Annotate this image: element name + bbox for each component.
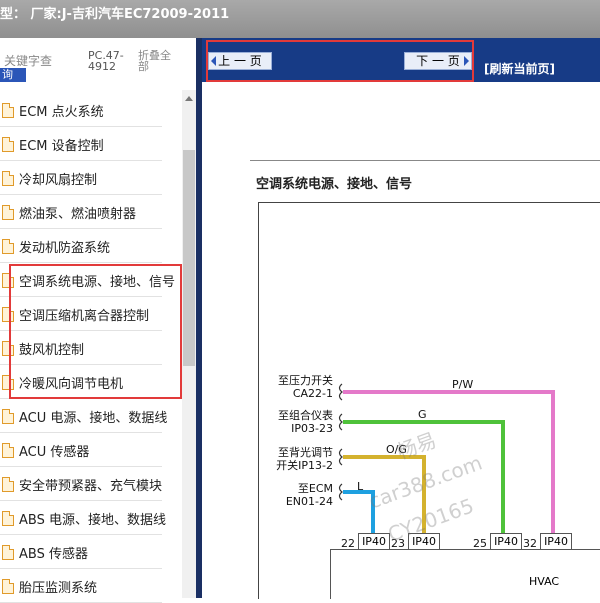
sidebar-item-label: ACU 传感器 [19,445,90,460]
hvac-module: HVAC [330,549,600,599]
wire-color-code: L [357,480,364,493]
diagram-title: 空调系统电源、接地、信号 [256,177,413,192]
sidebar-item-label: ABS 传感器 [19,547,88,562]
document-icon [2,511,14,526]
sidebar-item-label: 发动机防盗系统 [19,241,111,256]
sidebar-item[interactable]: ACU 电源、接地、数据线 [0,400,167,433]
document-icon [2,103,14,118]
sidebar-item-label: 安全带预紧器、充气模块 [19,479,163,494]
sidebar-item[interactable]: 安全带预紧器、充气模块 [0,468,162,501]
sidebar-item[interactable]: ECM 点火系统 [0,94,162,127]
wire-source-label: 至ECM EN01-24 [285,482,333,508]
sidebar-item[interactable]: ABS 传感器 [0,536,162,569]
pc-code: PC.47-4912 [88,49,124,73]
wire-color-code: G [418,408,427,421]
sidebar-item-label: 胎压监测系统 [19,581,98,596]
sidebar-item-label: ABS 电源、接地、数据线 [19,513,166,528]
sidebar-item[interactable]: ECM 设备控制 [0,128,162,161]
hvac-module-label: HVAC [529,575,560,588]
wire-source-label: 至压力开关 CA22-1 [278,374,333,400]
connector-pin-box: IP40 [540,533,572,550]
scrollbar-thumb[interactable] [183,150,195,366]
window-title-bar: 型： 厂家:J-吉利汽车EC72009-2011 [0,0,600,38]
document-icon [2,443,14,458]
wire-source-label: 至组合仪表 IP03-23 [278,409,333,435]
refresh-page-link[interactable]: [刷新当前页] [484,60,555,77]
document-icon [2,239,14,254]
document-icon [2,545,14,560]
document-icon [2,137,14,152]
wire-source-label: 至背光调节 开关IP13-2 [276,446,333,472]
window-title: 型： 厂家:J-吉利汽车EC72009-2011 [0,7,230,22]
sidebar-item[interactable]: 燃油泵、燃油喷射器 [0,196,162,229]
keyword-search-label[interactable]: 关键字查 [4,52,52,69]
sidebar-item[interactable]: ACU 传感器 [0,434,162,467]
sidebar-item[interactable]: 胎压监测系统 [0,570,162,603]
sidebar-item[interactable]: 发动机防盗系统 [0,230,162,263]
document-icon [2,171,14,186]
sidebar-item-label: 冷却风扇控制 [19,173,98,188]
sidebar-item-label: ECM 设备控制 [19,139,104,154]
connector-pin-box: IP40 [358,533,390,550]
query-button[interactable]: 询 [0,68,26,82]
highlight-box-sidebar [9,264,182,399]
wire-color-code: P/W [452,378,474,391]
collapse-all-button[interactable]: 折叠全部 [138,50,178,72]
diagram-rule [250,160,600,161]
document-icon [2,477,14,492]
sidebar-item[interactable]: 冷却风扇控制 [0,162,162,195]
highlight-box-nav [206,40,474,82]
sidebar-item-label: ACU 电源、接地、数据线 [19,411,168,426]
scroll-up-arrow-icon[interactable] [185,96,193,101]
sidebar-item[interactable]: ABS 电源、接地、数据线 [0,502,166,535]
connector-pin-box: IP40 [490,533,522,550]
sidebar-toolbar: 关键字查 询 PC.47-4912 折叠全部 [0,38,196,90]
document-icon [2,205,14,220]
document-icon [2,409,14,424]
document-icon [2,579,14,594]
sidebar-item-label: ECM 点火系统 [19,105,104,120]
sidebar-item-label: 燃油泵、燃油喷射器 [19,207,137,222]
